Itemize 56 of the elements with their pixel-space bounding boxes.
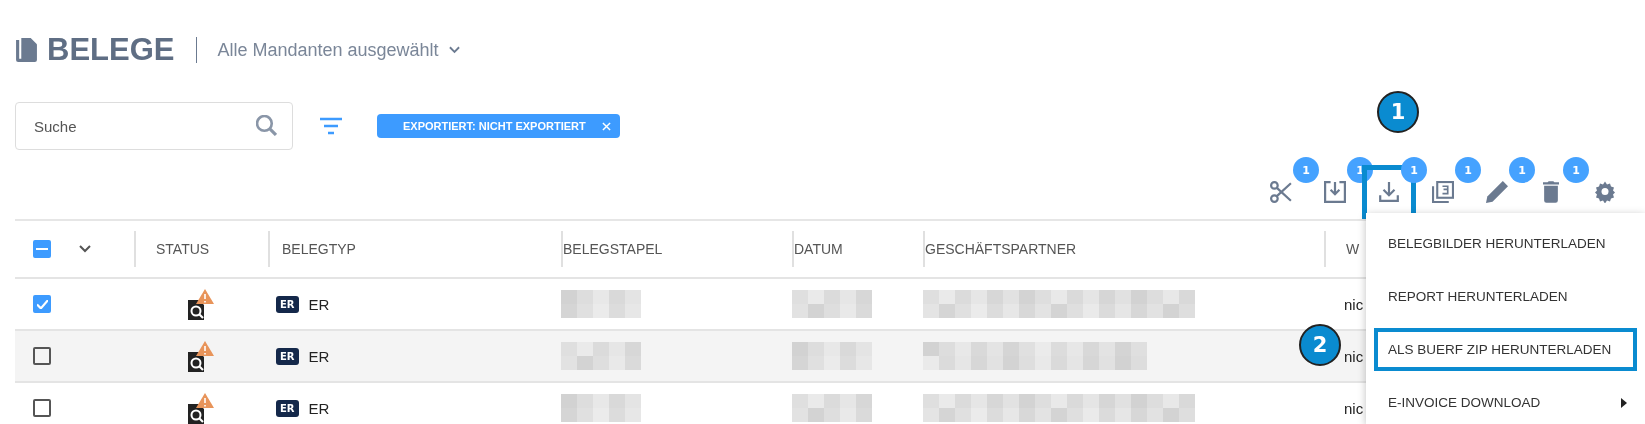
download-icon [1378, 181, 1400, 203]
filter-icon[interactable] [319, 117, 343, 135]
menu-item[interactable]: REPORT HERUNTERLADEN [1374, 270, 1637, 323]
document-search-warning-icon [188, 340, 214, 372]
chevron-down-icon [448, 46, 460, 54]
document-type: ER [308, 295, 330, 313]
column-header[interactable]: BELEGSTAPEL [563, 241, 663, 257]
column-header[interactable]: DATUM [794, 241, 843, 257]
page-title: BELEGE [47, 32, 175, 68]
callout-marker: 1 [1377, 91, 1419, 133]
toolbar-button[interactable] [1594, 181, 1616, 203]
document-search-warning-icon [188, 288, 214, 320]
table-cell: nic [1344, 399, 1364, 417]
chevron-down-icon[interactable] [79, 245, 91, 253]
toolbar-button[interactable] [1324, 181, 1346, 203]
type-badge: ER [276, 399, 299, 417]
search-icon [256, 115, 277, 136]
search-field[interactable]: Suche [15, 102, 293, 150]
count-badge: 1 [1293, 157, 1319, 183]
count-badge: 1 [1455, 157, 1481, 183]
scissors-icon [1270, 181, 1292, 203]
menu-item[interactable]: E-INVOICE DOWNLOAD [1374, 376, 1637, 424]
table-cell: nic [1344, 347, 1364, 365]
menu-item[interactable]: BELEGBILDER HERUNTERLADEN [1374, 217, 1637, 270]
type-badge: ER [276, 347, 299, 365]
documents-icon [16, 38, 37, 62]
type-badge: ER [276, 295, 299, 313]
column-header[interactable]: W [1346, 241, 1360, 257]
toolbar-button[interactable] [1486, 181, 1508, 203]
count-badge: 1 [1509, 157, 1535, 183]
submenu-arrow-icon [1621, 397, 1627, 408]
count-badge: 1 [1563, 157, 1589, 183]
toolbar-button[interactable] [1432, 181, 1454, 203]
pencil-icon [1486, 181, 1508, 203]
stacked-pages-icon [1432, 181, 1454, 203]
toolbar-button[interactable] [1270, 181, 1292, 203]
chip-label: EXPORTIERT: NICHT EXPORTIERT [403, 120, 586, 132]
tray-arrow-icon [1324, 181, 1346, 203]
trash-icon [1543, 181, 1559, 203]
column-header[interactable]: STATUS [156, 241, 210, 257]
checkmark-icon [36, 299, 48, 309]
client-selector[interactable]: Alle Mandanten ausgewählt [217, 39, 460, 61]
document-type: ER [308, 399, 330, 417]
table-cell: nic [1344, 295, 1364, 313]
column-header[interactable]: BELEGTYP [282, 241, 356, 257]
close-icon[interactable] [601, 121, 611, 131]
row-checkbox[interactable] [33, 399, 51, 417]
toolbar-button[interactable] [1540, 181, 1562, 203]
column-header[interactable]: GESCHÄFTSPARTNER [925, 241, 1077, 257]
menu-item[interactable]: ALS BUERF ZIP HERUNTERLADEN [1374, 328, 1637, 371]
count-badge: 1 [1401, 157, 1427, 183]
settings-icon [1594, 181, 1616, 203]
select-all-checkbox[interactable] [33, 240, 51, 258]
row-checkbox[interactable] [33, 347, 51, 365]
document-type: ER [308, 347, 330, 365]
row-checkbox[interactable] [33, 295, 51, 313]
